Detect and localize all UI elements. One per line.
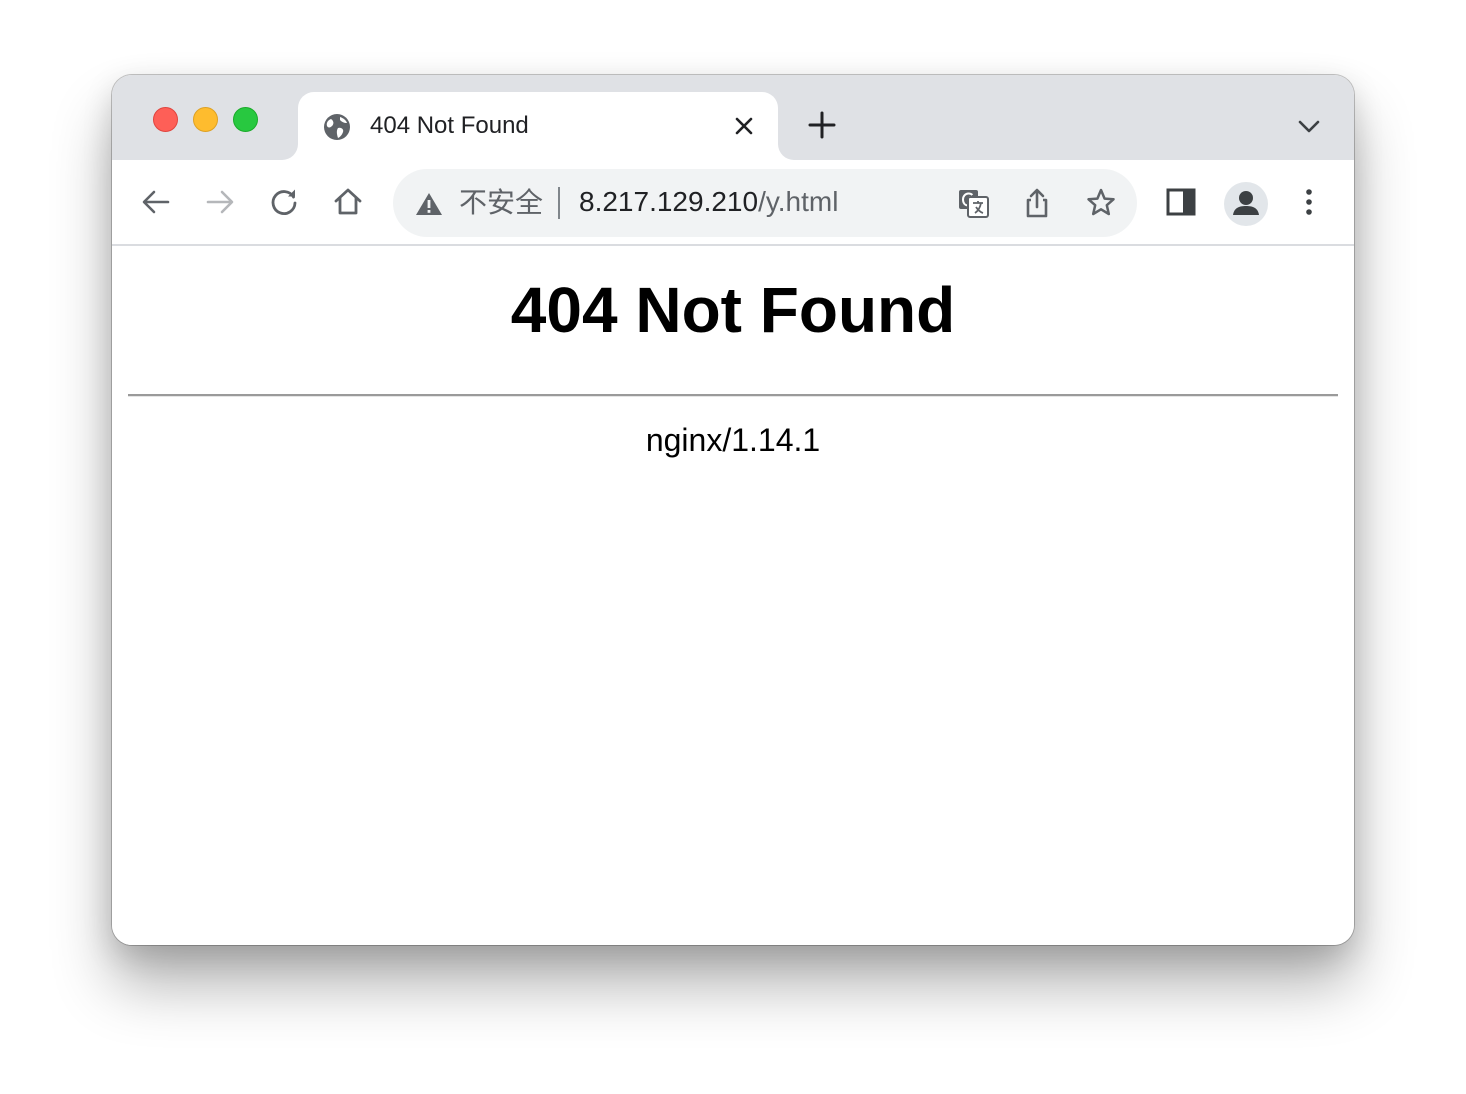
page-title: 404 Not Found	[510, 274, 956, 346]
security-label[interactable]: 不安全	[459, 187, 543, 219]
horizontal-rule	[128, 394, 1338, 397]
server-signature: nginx/1.14.1	[645, 422, 821, 458]
new-tab-button[interactable]	[806, 109, 838, 141]
globe-icon	[324, 114, 350, 140]
star-icon[interactable]	[1084, 186, 1118, 220]
tab-title: 404 Not Found	[370, 112, 529, 139]
tab-active[interactable]: 404 Not Found	[298, 92, 778, 160]
person-icon	[1233, 191, 1259, 215]
browser-window: 404 Not Found 不安全 8.217.129.210/y.html 4…	[112, 75, 1354, 945]
translate-icon[interactable]	[956, 186, 990, 220]
share-icon[interactable]	[1020, 186, 1054, 220]
chevron-down-icon[interactable]	[1296, 115, 1322, 137]
url-text[interactable]: 8.217.129.210/y.html	[579, 186, 838, 218]
reload-icon[interactable]	[267, 185, 301, 219]
address-bar[interactable]: 不安全 8.217.129.210/y.html	[393, 169, 1137, 237]
home-icon[interactable]	[331, 185, 365, 219]
url-path: /y.html	[758, 186, 839, 217]
divider	[558, 187, 560, 219]
page-content: 404 Not Found nginx/1.14.1	[112, 246, 1354, 945]
window-minimize-button[interactable]	[193, 107, 218, 132]
profile-avatar[interactable]	[1224, 182, 1268, 226]
more-vert-icon[interactable]	[1293, 186, 1325, 218]
toolbar: 不安全 8.217.129.210/y.html	[112, 160, 1354, 246]
window-close-button[interactable]	[153, 107, 178, 132]
tab-strip: 404 Not Found	[112, 75, 1354, 160]
side-panel-icon[interactable]	[1165, 186, 1197, 218]
warning-icon[interactable]	[415, 191, 443, 217]
url-host: 8.217.129.210	[579, 186, 759, 217]
close-icon[interactable]	[732, 114, 756, 138]
forward-arrow-icon[interactable]	[203, 185, 237, 219]
window-maximize-button[interactable]	[233, 107, 258, 132]
back-arrow-icon[interactable]	[139, 185, 173, 219]
